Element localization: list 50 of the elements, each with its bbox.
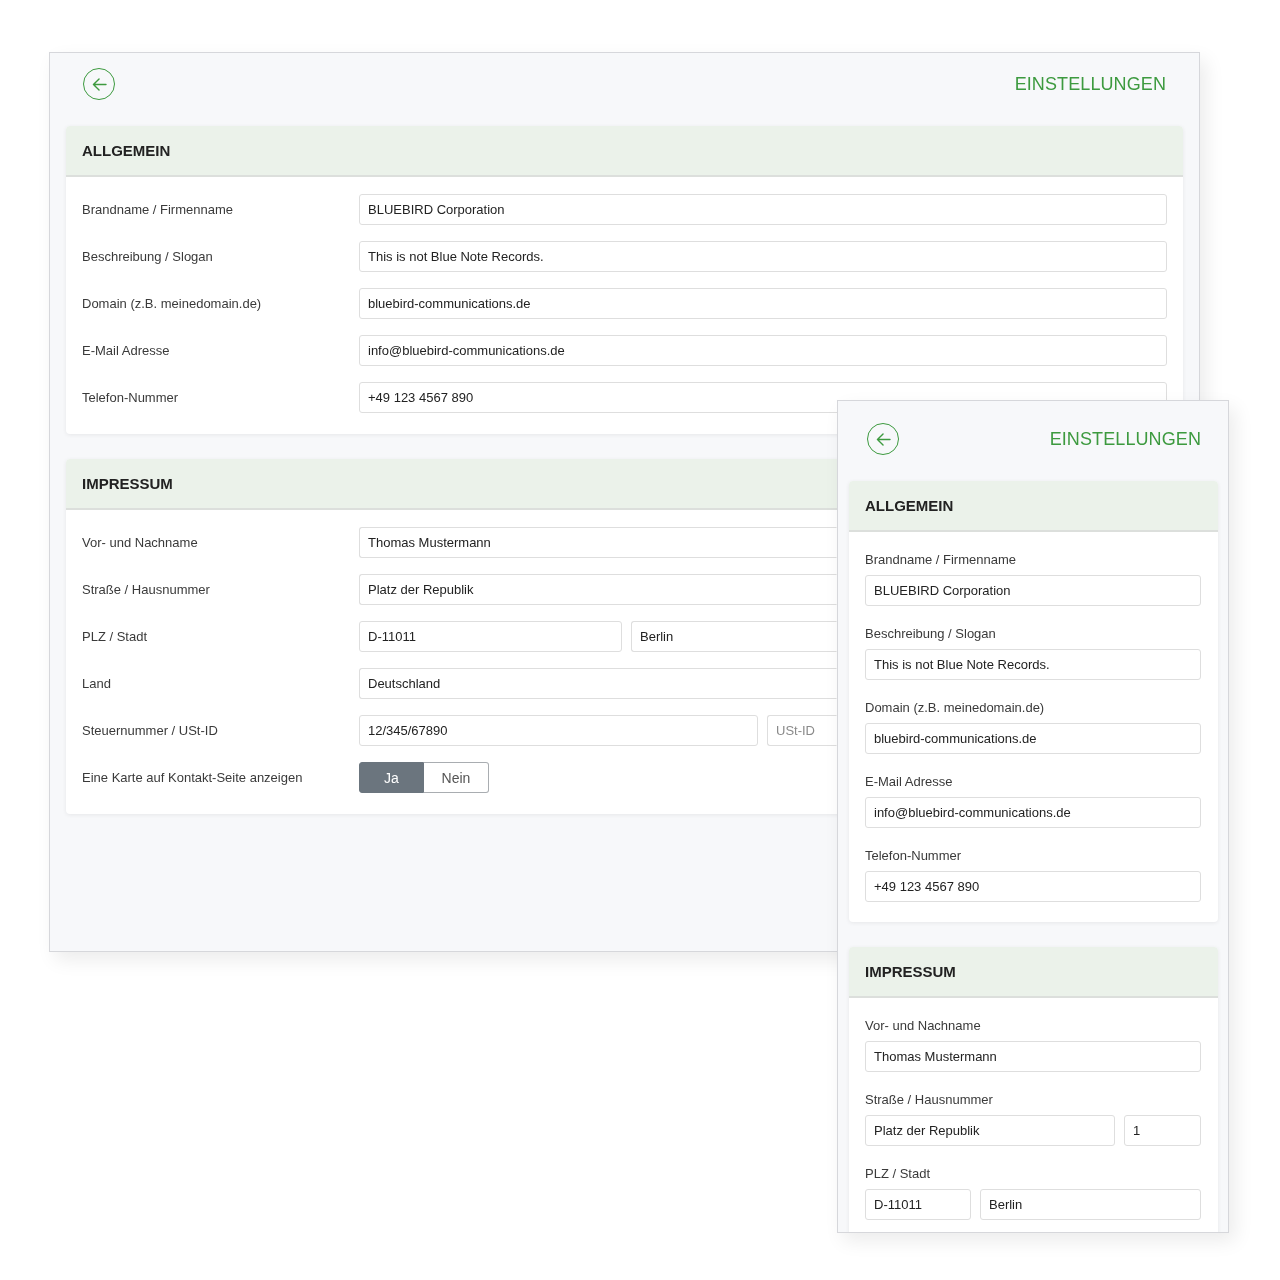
page-title: EINSTELLUNGEN: [1049, 428, 1201, 450]
text-field[interactable]: D-11011: [865, 1189, 971, 1220]
section-title: IMPRESSUM: [865, 963, 956, 980]
field-label: E-Mail Adresse: [865, 774, 954, 790]
toggle-option[interactable]: Nein: [424, 762, 489, 793]
text-field[interactable]: info@bluebird-communications.de: [865, 797, 1201, 828]
field-label: Land: [82, 675, 112, 692]
field-label: PLZ / Stadt: [82, 628, 149, 645]
text-field[interactable]: Platz der Republik: [865, 1115, 1115, 1146]
text-field[interactable]: Berlin: [631, 621, 837, 652]
text-field[interactable]: Thomas Mustermann: [865, 1041, 1201, 1072]
arrow-left-icon: [875, 432, 891, 446]
field-label: Straße / Hausnummer: [865, 1092, 994, 1108]
section-title: ALLGEMEIN: [82, 142, 171, 159]
field-label: Telefon-Nummer: [865, 848, 963, 864]
field-label: PLZ / Stadt: [865, 1166, 932, 1182]
field-label: Domain (z.B. meinedomain.de): [865, 700, 1046, 716]
field-label: Vor- und Nachname: [865, 1018, 982, 1034]
field-label: Vor- und Nachname: [82, 534, 199, 551]
text-field[interactable]: info@bluebird-communications.de: [359, 335, 1167, 366]
text-field[interactable]: bluebird-communications.de: [865, 723, 1201, 754]
field-label: Beschreibung / Slogan: [82, 248, 214, 265]
section-title: ALLGEMEIN: [865, 497, 954, 514]
field-label: Steuernummer / USt-ID: [82, 722, 219, 739]
text-field[interactable]: 1: [1124, 1115, 1201, 1146]
text-field[interactable]: D-11011: [359, 621, 622, 652]
text-field[interactable]: Thomas Mustermann: [359, 527, 837, 558]
field-label: Brandname / Firmenname: [82, 201, 234, 218]
text-field[interactable]: BLUEBIRD Corporation: [865, 575, 1201, 606]
text-field[interactable]: Deutschland: [359, 668, 837, 699]
section-title: IMPRESSUM: [82, 475, 173, 492]
field-label: Beschreibung / Slogan: [865, 626, 997, 642]
arrow-left-icon: [91, 77, 107, 91]
text-field[interactable]: Berlin: [980, 1189, 1201, 1220]
field-label: E-Mail Adresse: [82, 342, 171, 359]
text-field[interactable]: bluebird-communications.de: [359, 288, 1167, 319]
text-field[interactable]: BLUEBIRD Corporation: [359, 194, 1167, 225]
field-label: Domain (z.B. meinedomain.de): [82, 295, 263, 312]
text-field[interactable]: +49 123 4567 890: [865, 871, 1201, 902]
text-field[interactable]: Platz der Republik: [359, 574, 837, 605]
text-field[interactable]: USt-ID: [767, 715, 837, 746]
text-field[interactable]: This is not Blue Note Records.: [865, 649, 1201, 680]
field-label: Brandname / Firmenname: [865, 552, 1017, 568]
field-label: Straße / Hausnummer: [82, 581, 211, 598]
text-field[interactable]: This is not Blue Note Records.: [359, 241, 1167, 272]
text-field[interactable]: 12/345/67890: [359, 715, 758, 746]
page-title: EINSTELLUNGEN: [1014, 73, 1166, 95]
toggle-option[interactable]: Ja: [359, 762, 424, 793]
field-label: Telefon-Nummer: [82, 389, 180, 406]
field-label: Eine Karte auf Kontakt-Seite anzeigen: [82, 769, 304, 786]
